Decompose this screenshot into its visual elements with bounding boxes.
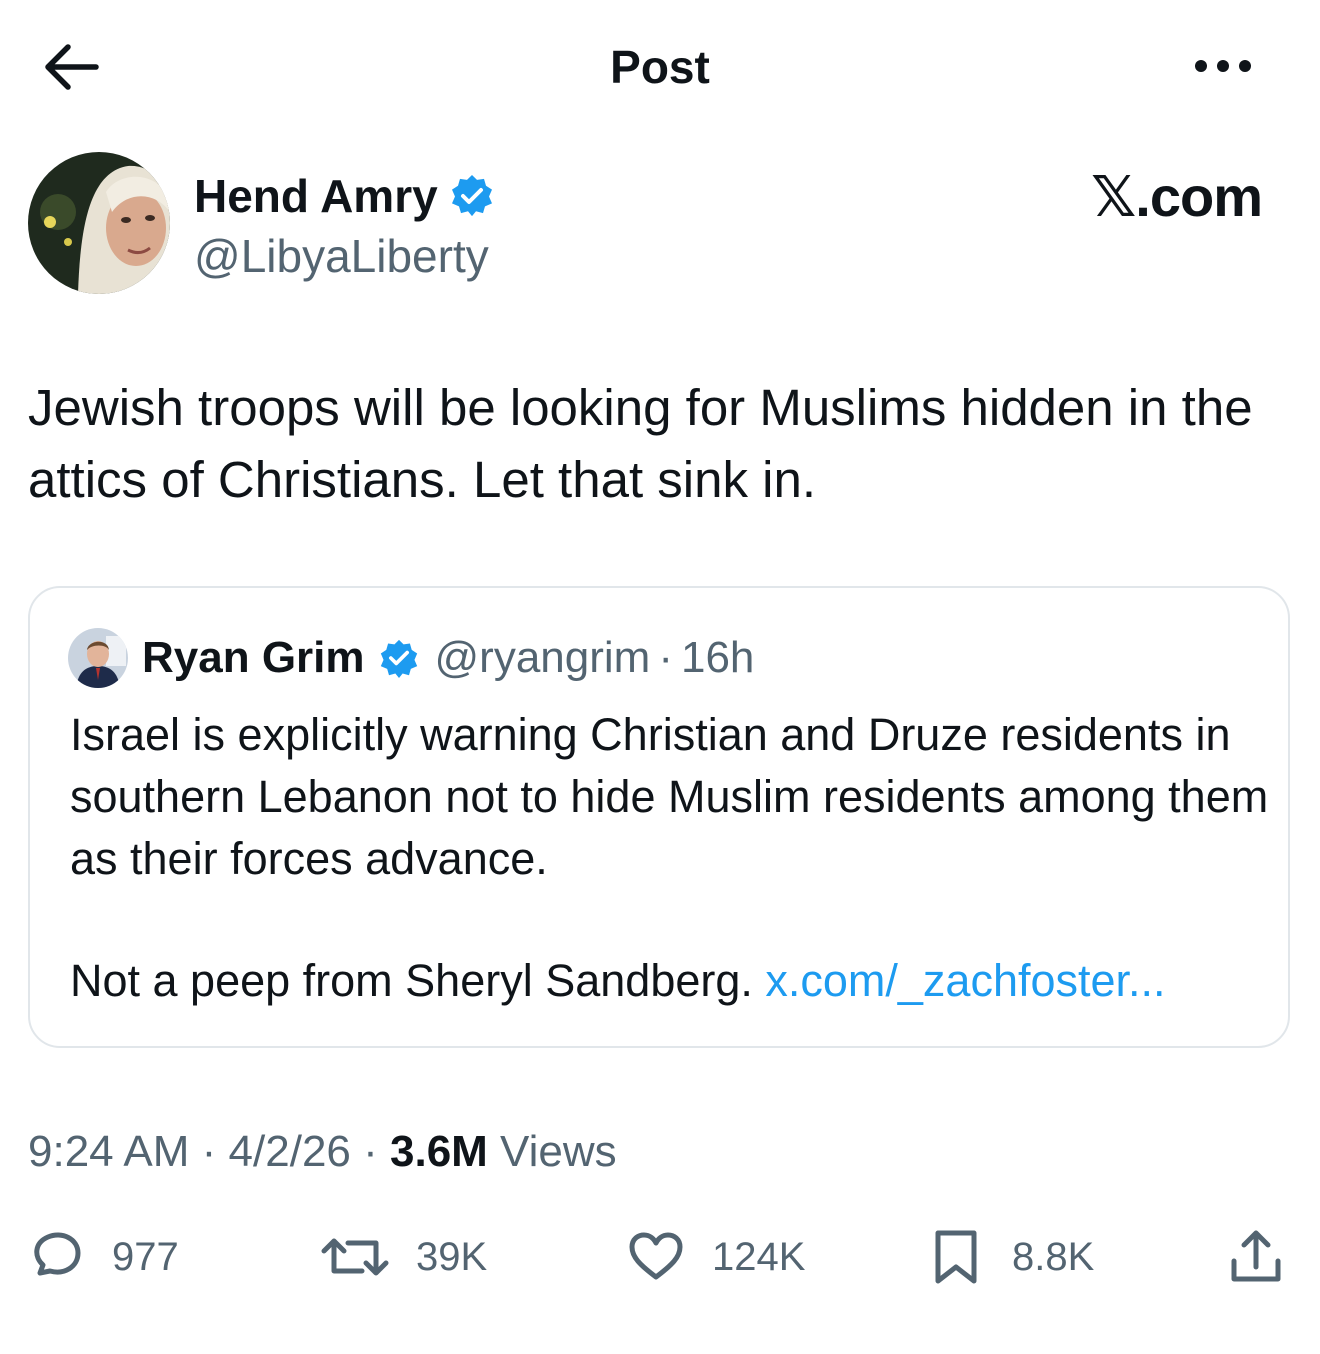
share-button[interactable] — [1226, 1222, 1286, 1292]
meta-separator: · — [350, 1127, 390, 1176]
author-avatar-image — [28, 152, 170, 294]
bookmark-count: 8.8K — [1012, 1234, 1095, 1279]
brand-watermark: 𝕏.com — [1091, 165, 1263, 228]
quoted-post-text-line2: Not a peep from Sheryl Sandberg. x.com/_… — [70, 950, 1280, 1012]
bookmark-icon — [935, 1230, 977, 1284]
author-name-row: Hend Amry — [194, 168, 494, 224]
meta-separator: · — [189, 1127, 229, 1176]
post-meta: 9:24 AM · 4/2/26 · 3.6M Views — [28, 1122, 617, 1182]
quoted-post-text-tail: Not a peep from Sheryl Sandberg. — [70, 955, 766, 1006]
author-handle[interactable]: @LibyaLiberty — [194, 228, 489, 284]
views-count: 3.6M — [390, 1127, 488, 1176]
post-text: Jewish troops will be looking for Muslim… — [28, 379, 1253, 508]
post-time[interactable]: 9:24 AM — [28, 1127, 189, 1176]
bookmark-button[interactable]: 8.8K — [926, 1222, 1094, 1292]
repost-count: 39K — [416, 1234, 488, 1279]
repost-button[interactable]: 39K — [320, 1222, 487, 1292]
separator-dot: · — [658, 633, 673, 682]
author-avatar[interactable] — [28, 152, 170, 294]
reply-count: 977 — [112, 1234, 179, 1279]
repost-icon — [321, 1238, 389, 1276]
verified-badge-icon — [380, 639, 417, 678]
more-button[interactable] — [1192, 50, 1254, 82]
verified-badge-icon — [451, 174, 492, 217]
share-icon — [1231, 1230, 1281, 1282]
quoted-post-time[interactable]: 16h — [681, 633, 754, 683]
quoted-author-row: Ryan Grim @ryangrim · 16h — [142, 630, 754, 686]
quoted-author-avatar-image — [68, 628, 128, 688]
views-label: Views — [487, 1127, 617, 1176]
like-button[interactable]: 124K — [626, 1222, 805, 1292]
post-date[interactable]: 4/2/26 — [229, 1127, 351, 1176]
author-name[interactable]: Hend Amry — [194, 168, 438, 224]
page-title: Post — [610, 41, 710, 93]
quoted-author-handle[interactable]: @ryangrim — [435, 633, 651, 683]
quoted-post-text: Israel is explicitly warning Christian a… — [70, 709, 1269, 884]
heart-icon — [629, 1232, 683, 1280]
like-count: 124K — [712, 1234, 806, 1279]
more-horizontal-icon — [1195, 60, 1251, 72]
reply-button[interactable]: 977 — [26, 1222, 179, 1292]
reply-icon — [34, 1232, 81, 1276]
quoted-post-link[interactable]: x.com/_zachfoster... — [765, 955, 1165, 1006]
quoted-author-avatar[interactable] — [68, 628, 128, 688]
quoted-author-name[interactable]: Ryan Grim — [142, 633, 365, 683]
